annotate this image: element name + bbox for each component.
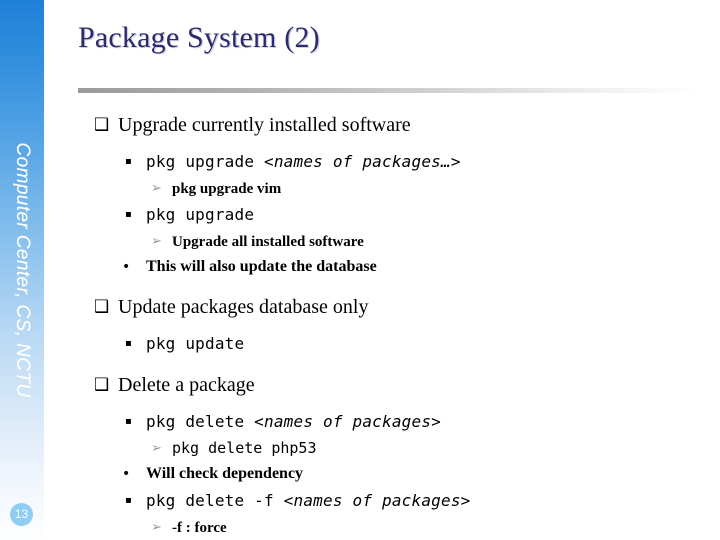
outline-item: • Will check dependency — [0, 461, 720, 487]
outline-heading: ❑ Upgrade currently installed software — [0, 110, 720, 141]
outline-item-placeholder: <names of packages…> — [264, 152, 461, 171]
slide-canvas: Computer Center, CS, NCTU 13 Package Sys… — [0, 0, 720, 540]
outline-item-text: pkg upgrade <names of packages…> — [146, 152, 461, 171]
square-filled-bullet-icon: ▪ — [125, 495, 132, 506]
page-title: Package System (2) — [78, 21, 320, 54]
arrow-bullet-icon: ➢ — [151, 441, 162, 456]
outline-heading-text: Delete a package — [118, 374, 255, 396]
arrow-bullet-icon: ➢ — [151, 234, 162, 249]
arrow-bullet-icon: ➢ — [151, 520, 162, 535]
outline-item: ▪ pkg delete -f <names of packages> — [0, 487, 720, 515]
outline-item-text: Upgrade all installed software — [172, 234, 364, 250]
outline-item-text: Will check dependency — [146, 465, 304, 482]
heading-spacer — [0, 323, 720, 330]
outline-item-text: pkg update — [146, 334, 245, 353]
square-filled-bullet-icon: ▪ — [125, 338, 132, 349]
arrow-bullet-icon: ➢ — [151, 181, 162, 196]
outline-item-text: pkg upgrade — [146, 205, 255, 224]
square-filled-bullet-icon: ▪ — [125, 209, 132, 220]
outline-item-text: pkg delete php53 — [172, 439, 317, 457]
heading-spacer — [0, 141, 720, 148]
outline-item-text: pkg delete <names of packages> — [146, 412, 441, 431]
outline-item-placeholder: <names of packages> — [283, 491, 471, 510]
outline-item: ▪ pkg update — [0, 330, 720, 358]
outline-item: ▪ pkg upgrade <names of packages…> — [0, 148, 720, 176]
title-divider — [78, 88, 698, 93]
outline-item-text: This will also update the database — [146, 258, 377, 275]
round-bullet-icon: • — [122, 259, 131, 275]
outline-item: ➢ Upgrade all installed software — [0, 229, 720, 254]
outline-item-placeholder: <names of packages> — [254, 412, 441, 431]
slide-content: ❑ Upgrade currently installed software ▪ pk… — [0, 110, 720, 540]
outline-item-text: pkg upgrade vim — [172, 181, 282, 197]
outline-item: ➢ pkg upgrade vim — [0, 176, 720, 201]
outline-item: ➢ -f : force — [0, 515, 720, 540]
outline-item: ▪ pkg delete <names of packages> — [0, 408, 720, 436]
round-bullet-icon: • — [122, 466, 131, 482]
outline-heading-text: Upgrade currently installed software — [118, 114, 411, 136]
heading-spacer — [0, 401, 720, 408]
square-hollow-bullet-icon: ❑ — [94, 375, 110, 395]
square-hollow-bullet-icon: ❑ — [94, 297, 110, 317]
outline-item: ➢ pkg delete php53 — [0, 436, 720, 461]
outline-item-text: -f : force — [172, 520, 227, 536]
square-hollow-bullet-icon: ❑ — [94, 115, 110, 135]
outline-item-text: pkg delete -f <names of packages> — [146, 491, 471, 510]
square-filled-bullet-icon: ▪ — [125, 416, 132, 427]
outline-item: ▪ pkg upgrade — [0, 201, 720, 229]
outline-heading: ❑ Delete a package — [0, 370, 720, 401]
outline-item: • This will also update the database — [0, 254, 720, 280]
outline-heading: ❑ Update packages database only — [0, 292, 720, 323]
square-filled-bullet-icon: ▪ — [125, 156, 132, 167]
outline-heading-text: Update packages database only — [118, 296, 369, 318]
